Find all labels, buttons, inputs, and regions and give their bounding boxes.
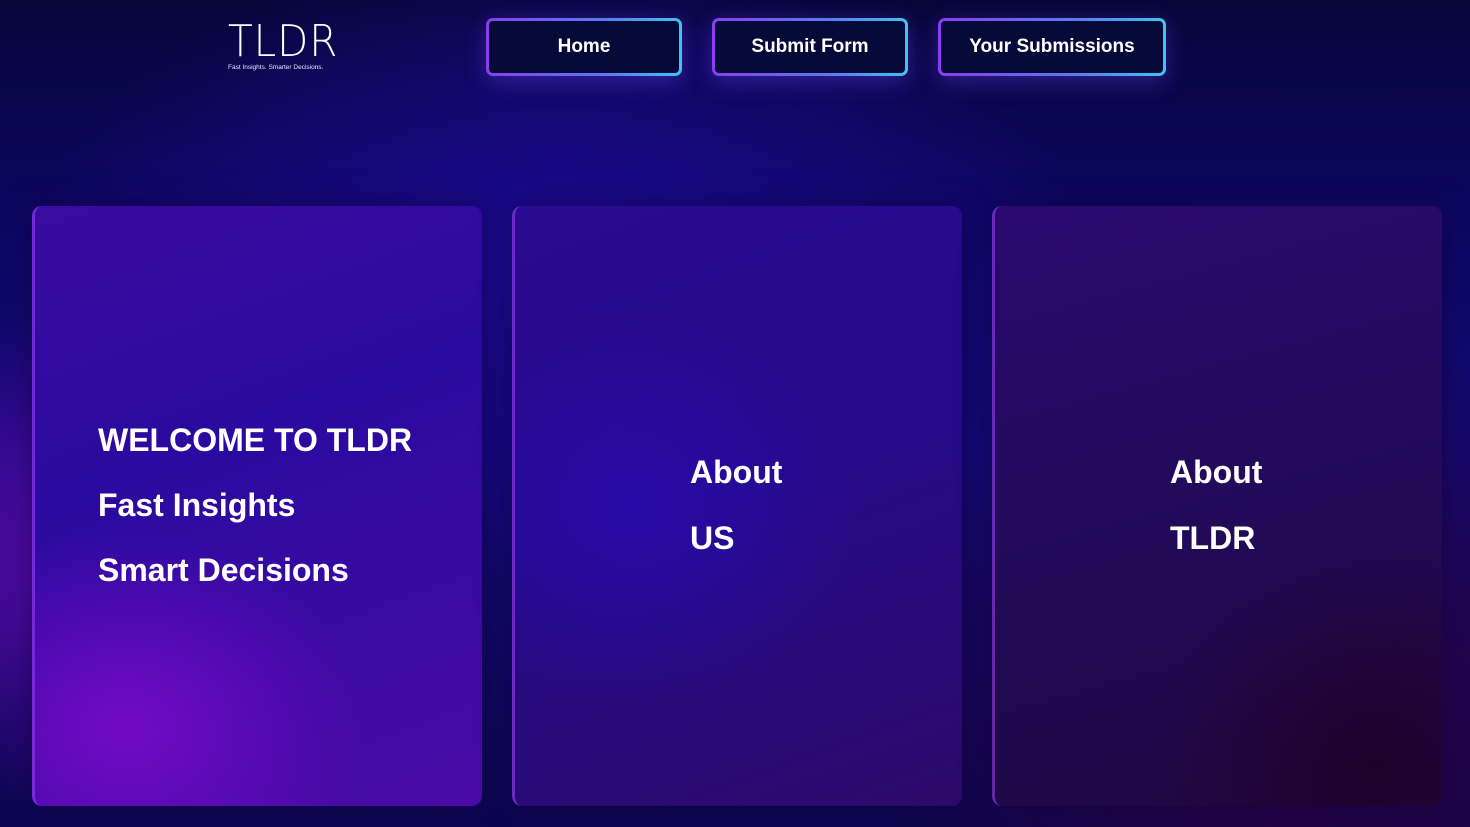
about-tldr-title-line-1: About	[1170, 454, 1263, 490]
welcome-heading: WELCOME TO TLDR	[98, 422, 413, 458]
home-button[interactable]: Home	[486, 18, 682, 76]
welcome-subline-smart-decisions: Smart Decisions	[98, 552, 349, 588]
welcome-subline-fast-insights: Fast Insights	[98, 487, 296, 523]
tldr-logo[interactable]: TLDR Fast Insights. Smarter Decisions.	[228, 20, 338, 72]
submit-form-button-label: Submit Form	[715, 21, 905, 73]
about-us-title-line-2: US	[690, 520, 735, 556]
welcome-card: WELCOME TO TLDR Fast Insights Smart Deci…	[32, 206, 482, 806]
your-submissions-button-label: Your Submissions	[941, 21, 1163, 73]
submit-form-button[interactable]: Submit Form	[712, 18, 908, 76]
logo-mark: TLDR	[228, 16, 339, 67]
your-submissions-button[interactable]: Your Submissions	[938, 18, 1166, 76]
about-tldr-title-line-2: TLDR	[1170, 520, 1256, 556]
about-tldr-card[interactable]: About TLDR	[992, 206, 1442, 806]
about-us-card[interactable]: About US	[512, 206, 962, 806]
home-button-label: Home	[489, 21, 679, 73]
about-us-title-line-1: About	[690, 454, 783, 490]
